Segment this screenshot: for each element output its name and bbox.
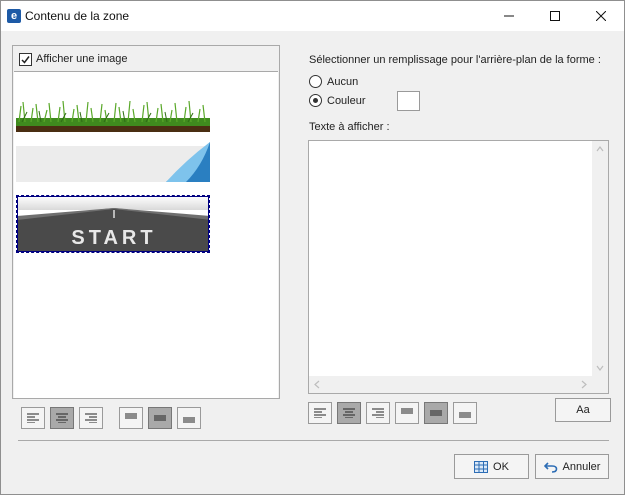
window-title: Contenu de la zone [25, 9, 130, 23]
show-image-checkbox[interactable] [19, 52, 32, 66]
road-image: START [17, 196, 209, 252]
ok-button[interactable]: OK [454, 454, 529, 479]
grass-thumbnail[interactable] [16, 98, 210, 132]
cancel-button[interactable]: Annuler [535, 454, 609, 479]
scroll-left-icon[interactable] [309, 376, 325, 393]
close-button[interactable] [578, 1, 624, 31]
image-list[interactable]: START [14, 71, 278, 398]
image-align-left-button[interactable] [21, 407, 45, 429]
ok-label: OK [493, 460, 509, 473]
text-align-top-button[interactable] [395, 402, 419, 424]
image-group: Afficher une image START [12, 45, 280, 399]
grass-image [16, 100, 210, 132]
start-road-thumbnail[interactable]: START [16, 195, 210, 253]
align-top-icon [401, 408, 413, 414]
minimize-button[interactable] [486, 1, 532, 31]
align-left-icon [314, 408, 326, 418]
text-align-middle-button[interactable] [424, 402, 448, 424]
close-icon [596, 11, 606, 21]
align-left-icon [27, 413, 39, 423]
image-align-top-button[interactable] [119, 407, 143, 429]
scroll-right-icon[interactable] [576, 376, 592, 393]
radio-none-row[interactable]: Aucun [309, 75, 358, 88]
align-right-icon [85, 413, 97, 423]
image-align-middle-button[interactable] [148, 407, 172, 429]
fill-label: Sélectionner un remplissage pour l'arriè… [309, 54, 601, 66]
checkmark-icon [21, 55, 30, 64]
app-icon: e [7, 9, 21, 23]
align-right-icon [372, 408, 384, 418]
text-input-area[interactable] [308, 140, 609, 394]
image-align-right-button[interactable] [79, 407, 103, 429]
align-center-icon [56, 413, 68, 423]
radio-color-row[interactable]: Couleur [309, 94, 366, 107]
image-align-center-button[interactable] [50, 407, 74, 429]
show-image-label: Afficher une image [36, 53, 128, 65]
image-alignment-toolbar [21, 407, 206, 429]
title-bar: e Contenu de la zone [1, 1, 624, 31]
text-label: Texte à afficher : [309, 121, 390, 133]
radio-color[interactable] [309, 94, 322, 107]
align-middle-icon [154, 415, 166, 421]
text-alignment-toolbar [308, 402, 482, 424]
scroll-corner [592, 376, 608, 393]
font-button[interactable]: Aa [555, 398, 611, 422]
maximize-icon [550, 11, 560, 21]
text-align-right-button[interactable] [366, 402, 390, 424]
minimize-icon [504, 15, 514, 17]
align-center-icon [343, 408, 355, 418]
align-top-icon [125, 413, 137, 419]
text-align-bottom-button[interactable] [453, 402, 477, 424]
image-align-bottom-button[interactable] [177, 407, 201, 429]
undo-icon [543, 461, 557, 473]
show-image-row[interactable]: Afficher une image [19, 52, 128, 66]
scroll-down-icon[interactable] [592, 360, 608, 376]
maximize-button[interactable] [532, 1, 578, 31]
scroll-up-icon[interactable] [592, 141, 608, 157]
text-align-left-button[interactable] [308, 402, 332, 424]
table-icon [474, 460, 489, 473]
align-bottom-icon [459, 412, 471, 418]
horizontal-scrollbar[interactable] [309, 376, 592, 393]
cancel-label: Annuler [562, 460, 601, 473]
radio-none-label: Aucun [327, 75, 359, 88]
text-align-center-button[interactable] [337, 402, 361, 424]
page-curl-thumbnail[interactable] [16, 142, 210, 184]
align-bottom-icon [183, 417, 195, 423]
color-swatch-button[interactable] [397, 91, 420, 111]
align-middle-icon [430, 410, 442, 416]
radio-none[interactable] [309, 75, 322, 88]
page-curl-image [16, 142, 210, 182]
vertical-scrollbar[interactable] [592, 141, 608, 376]
radio-color-label: Couleur [327, 94, 366, 107]
footer-separator [18, 440, 609, 441]
dialog-window: e Contenu de la zone Afficher une image [0, 0, 625, 495]
road-start-text: START [71, 227, 156, 249]
